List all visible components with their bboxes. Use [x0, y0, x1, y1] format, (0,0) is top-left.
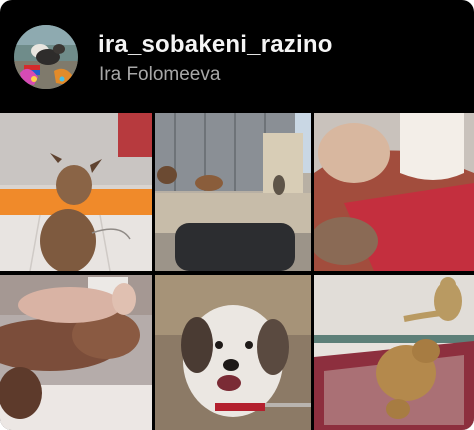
profile-username[interactable]: ira_sobakeni_razino [98, 31, 333, 59]
post-thumbnail-2[interactable] [155, 113, 311, 271]
smiling-terrier-photo-icon [155, 275, 311, 430]
post-thumbnail-6[interactable] [314, 275, 474, 430]
puppy-held-by-hand-photo-icon [0, 275, 152, 430]
profile-photo-icon [14, 25, 78, 89]
dog-with-red-blanket-photo-icon [314, 113, 474, 271]
post-thumbnail-4[interactable] [0, 275, 152, 430]
post-thumbnail-5[interactable] [155, 275, 311, 430]
avatar[interactable] [14, 25, 78, 89]
dog-on-orange-cushion-photo-icon [0, 113, 152, 271]
post-thumbnail-1[interactable] [0, 113, 152, 271]
profile-preview-card: ira_sobakeni_razino Ira Folomeeva [0, 0, 474, 430]
post-thumbnail-3[interactable] [314, 113, 474, 271]
profile-header: ira_sobakeni_razino Ira Folomeeva [0, 0, 474, 112]
post-grid [0, 113, 474, 430]
dogs-near-gate-photo-icon [155, 113, 311, 271]
profile-full-name: Ira Folomeeva [99, 64, 221, 85]
cat-and-dog-on-rug-photo-icon [314, 275, 474, 430]
